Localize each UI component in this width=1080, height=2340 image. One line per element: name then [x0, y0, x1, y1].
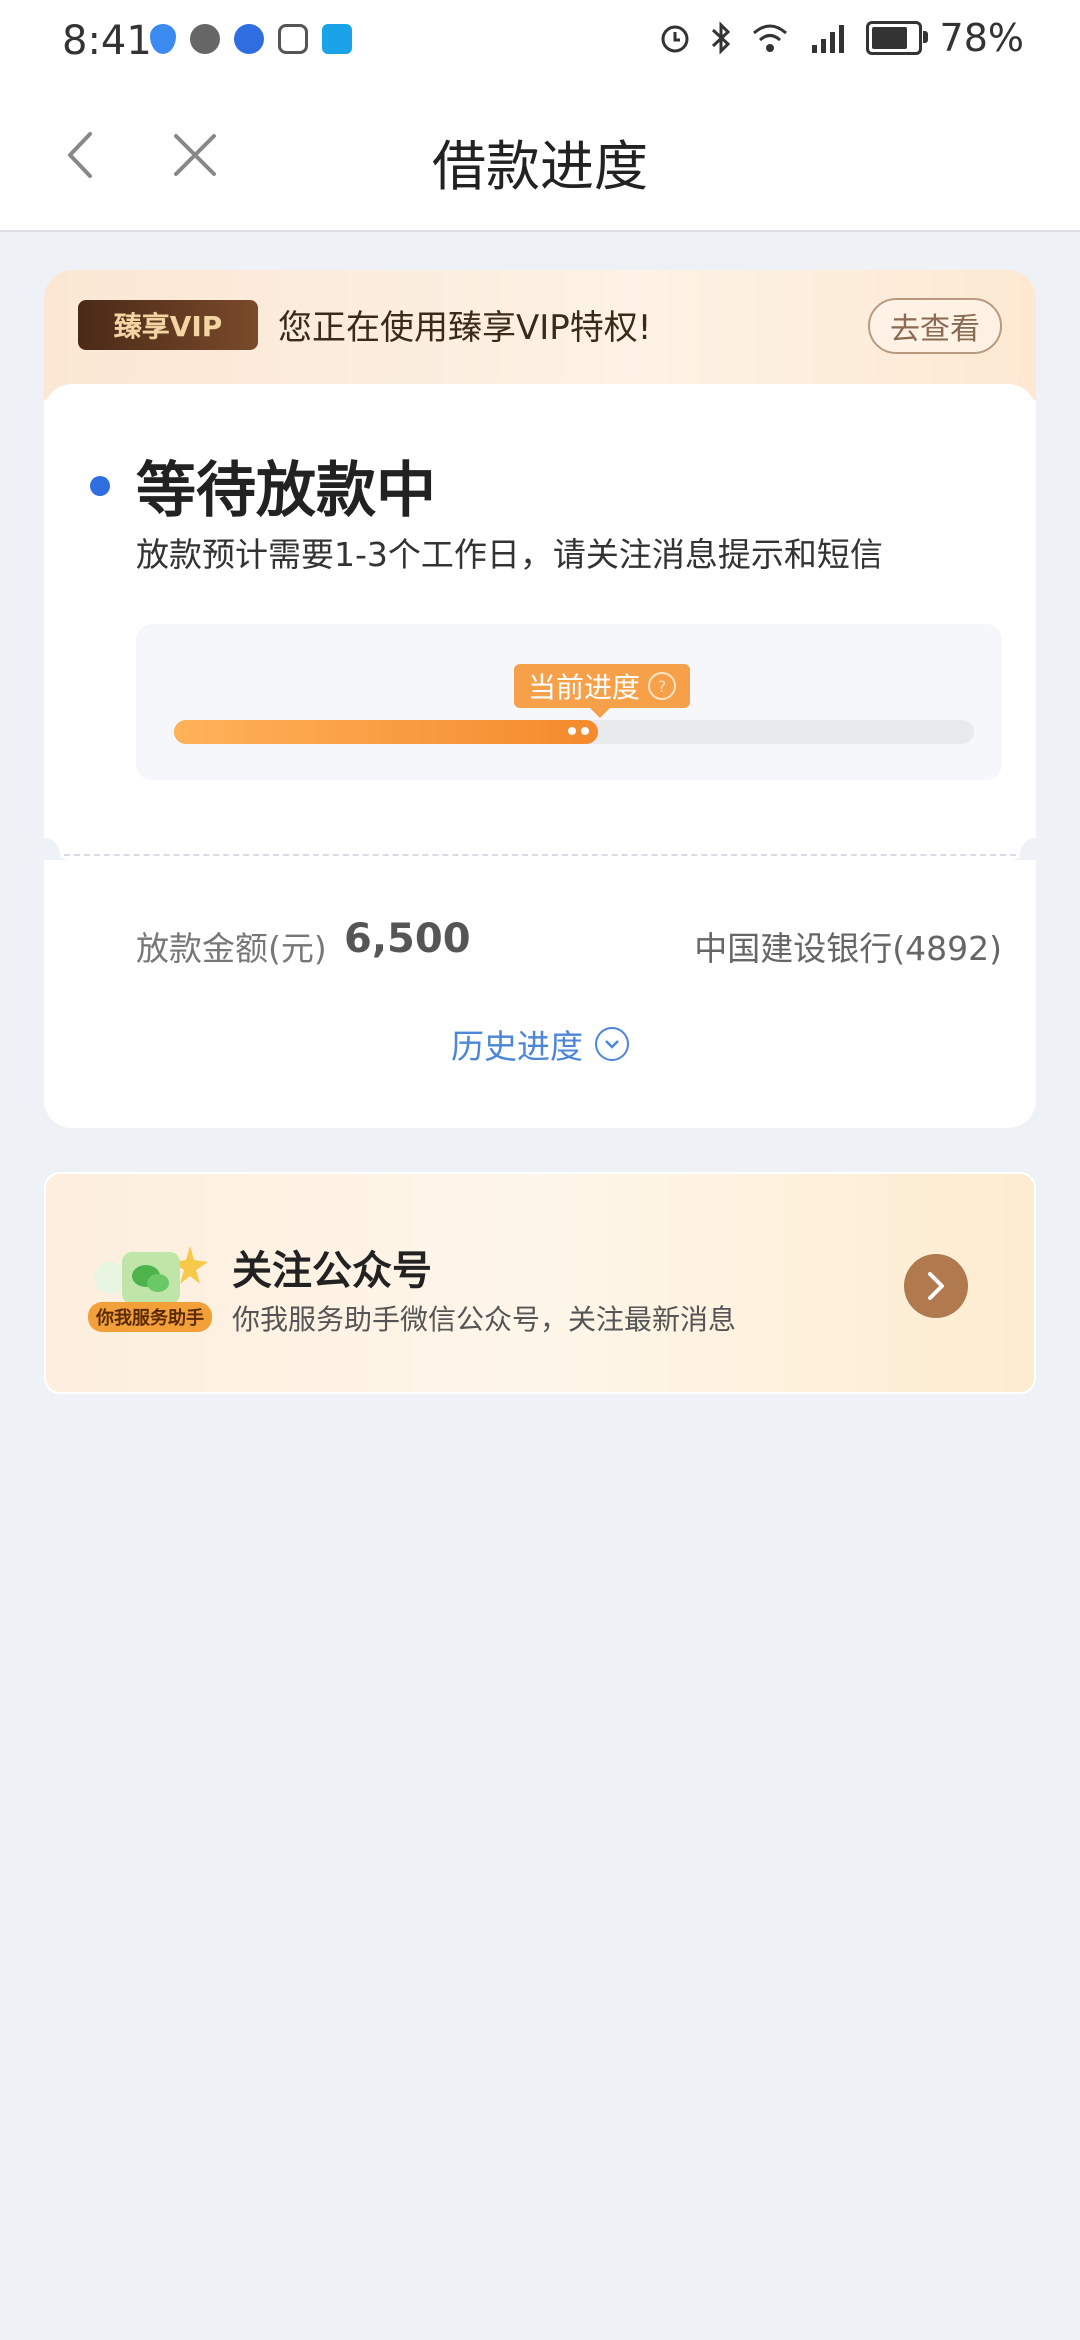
chevron-right-icon[interactable]	[904, 1254, 968, 1318]
status-dot	[90, 476, 110, 496]
vip-text: 您正在使用臻享VIP特权!	[278, 308, 652, 348]
help-icon[interactable]: ?	[648, 672, 677, 700]
amount-label: 放款金额(元)	[136, 929, 327, 968]
loan-status-card: 臻享VIP 您正在使用臻享VIP特权! 去查看 等待放款中 放款预计需要1-3个…	[44, 270, 1036, 860]
progress-fill	[174, 720, 598, 744]
page-title: 借款进度	[432, 135, 648, 198]
system-icons: 78%	[658, 16, 1024, 60]
progress-track	[174, 720, 974, 744]
notification-icons	[150, 24, 352, 54]
history-label: 历史进度	[451, 1027, 583, 1066]
status-title: 等待放款中	[136, 456, 436, 526]
vip-view-button[interactable]: 去查看	[868, 298, 1002, 354]
follow-title: 关注公众号	[232, 1248, 432, 1294]
helper-tag: 你我服务助手	[88, 1302, 212, 1332]
shield-app-icon	[150, 24, 176, 54]
wechat-icon	[190, 24, 220, 54]
status-panel: 等待放款中 放款预计需要1-3个工作日，请关注消息提示和短信 当前进度 ?	[44, 384, 1036, 860]
current-progress-tooltip[interactable]: 当前进度 ?	[514, 664, 691, 718]
chevron-down-icon	[595, 1027, 629, 1061]
progress-box: 当前进度 ?	[136, 624, 1002, 780]
wifi-icon	[752, 24, 787, 52]
signal-icon	[811, 25, 844, 53]
follow-subtitle: 你我服务助手微信公众号，关注最新消息	[232, 1303, 737, 1336]
status-time: 8:41	[62, 18, 152, 64]
amount-value: 6,500	[344, 916, 471, 962]
battery-icon	[865, 21, 928, 55]
progress-handle	[567, 727, 589, 735]
follow-account-card[interactable]: 你我服务助手 关注公众号 你我服务助手微信公众号，关注最新消息	[44, 1172, 1036, 1394]
nav-bar: 借款进度	[0, 80, 1080, 232]
loan-amount-card: 放款金额(元) 6,500 中国建设银行(4892) 历史进度	[44, 860, 1036, 1128]
hand-app-icon	[278, 24, 308, 54]
status-subtitle: 放款预计需要1-3个工作日，请关注消息提示和短信	[136, 535, 883, 574]
history-progress-link[interactable]: 历史进度	[44, 1020, 1036, 1068]
bank-account: 中国建设银行(4892)	[694, 929, 1002, 968]
vip-banner: 臻享VIP 您正在使用臻享VIP特权! 去查看	[44, 270, 1036, 400]
browser-icon	[234, 24, 264, 54]
alarm-icon	[661, 25, 689, 53]
bluetooth-icon	[711, 21, 730, 55]
search-app-icon	[322, 24, 352, 54]
progress-label-text: 当前进度	[528, 671, 641, 704]
vip-badge: 臻享VIP	[78, 300, 258, 350]
status-bar: 8:41 78%	[0, 0, 1080, 80]
dashed-divider	[44, 854, 1036, 856]
battery-percent: 78%	[939, 16, 1024, 60]
